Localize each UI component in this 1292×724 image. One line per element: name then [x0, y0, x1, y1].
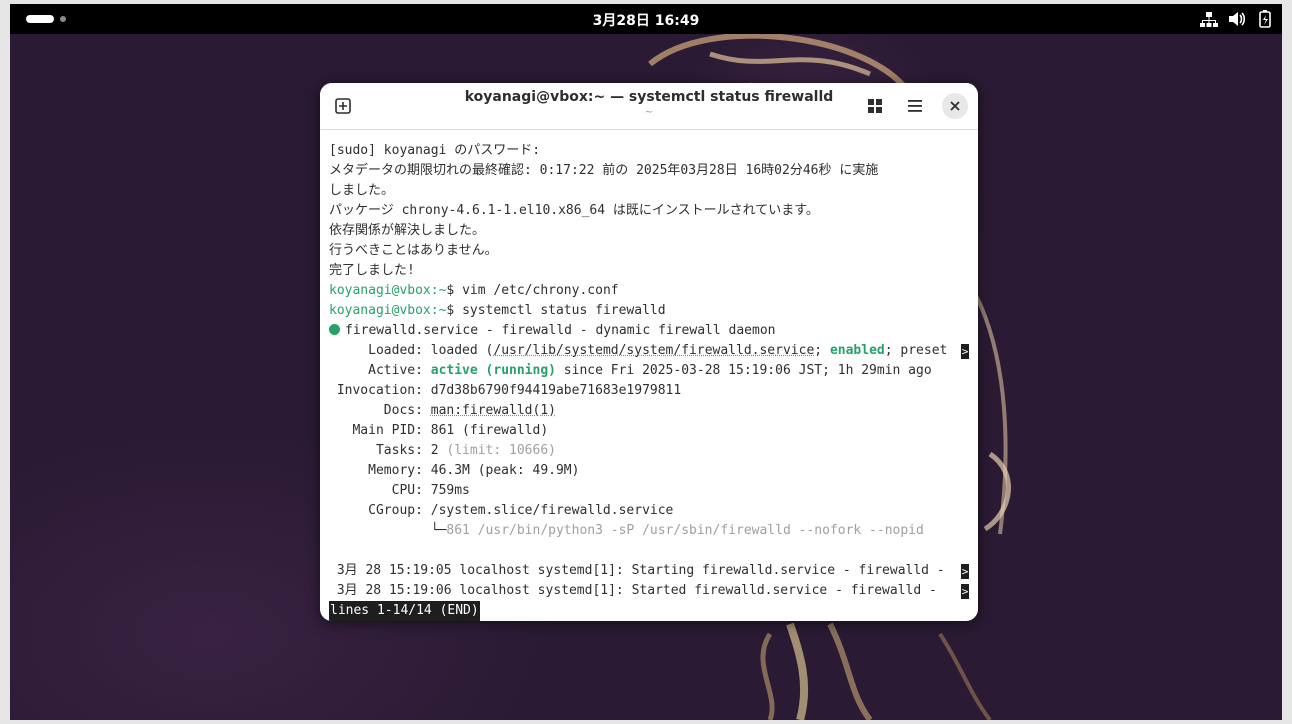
top-bar: 3月28日 16:49	[10, 4, 1282, 34]
pager-status: lines 1-14/14 (END)	[329, 601, 480, 621]
terminal-line: 行うべきことはありません。	[329, 243, 498, 258]
cpu-line: CPU: 759ms	[329, 483, 470, 498]
terminal-line: 完了しました!	[329, 263, 415, 278]
prompt-line: koyanagi@vbox:~$ systemctl status firewa…	[329, 301, 969, 321]
prompt-path: :~	[430, 283, 447, 298]
command-text: systemctl status firewalld	[462, 303, 666, 318]
journal-line: 3月 28 15:19:06 localhost systemd[1]: Sta…	[329, 581, 969, 601]
terminal-line: パッケージ chrony-4.6.1-1.el10.x86_64 は既にインスト…	[329, 203, 819, 218]
truncation-marker: >	[961, 344, 969, 359]
header-bar[interactable]: koyanagi@vbox:~ — systemctl status firew…	[320, 83, 978, 130]
close-icon	[950, 101, 960, 111]
docs-link[interactable]: man:firewalld(1)	[431, 403, 556, 418]
tasks-limit: (limit: 10666)	[446, 443, 556, 458]
prompt-line: koyanagi@vbox:~$ vim /etc/chrony.conf	[329, 281, 969, 301]
docs-label: Docs:	[329, 403, 431, 418]
service-header-line: firewalld.service - firewalld - dynamic …	[329, 321, 969, 341]
prompt-sign: $	[446, 283, 463, 298]
journal-text: 3月 28 15:19:05 localhost systemd[1]: Sta…	[329, 563, 945, 578]
active-state: active (running)	[430, 363, 556, 378]
prompt-user: koyanagi@vbox	[329, 283, 431, 298]
truncation-marker: >	[961, 564, 969, 579]
network-icon[interactable]	[1200, 9, 1218, 29]
active-line: Active: active (running) since Fri 2025-…	[329, 361, 969, 381]
tree-branch: └─	[329, 523, 447, 538]
journal-text: 3月 28 15:19:06 localhost systemd[1]: Sta…	[329, 583, 945, 598]
terminal-line: メタデータの期限切れの最終確認: 0:17:22 前の 2025年03月28日 …	[329, 163, 879, 178]
cgroup-child-line: └─861 /usr/bin/python3 -sP /usr/sbin/fir…	[329, 521, 969, 541]
loaded-text: loaded (	[430, 343, 494, 358]
prompt-path: :~	[430, 303, 447, 318]
memory-line: Memory: 46.3M (peak: 49.9M)	[329, 463, 580, 478]
menu-icon	[908, 100, 922, 112]
prompt-sign: $	[446, 303, 463, 318]
enabled-state: enabled	[829, 343, 885, 358]
volume-icon[interactable]	[1228, 9, 1246, 29]
unit-path-link[interactable]: /usr/lib/systemd/system/firewalld.servic…	[493, 343, 814, 358]
tab-overview-icon	[868, 99, 882, 113]
battery-icon[interactable]	[1256, 9, 1274, 29]
invocation-line: Invocation: d7d38b6790f94419abe71683e197…	[329, 383, 682, 398]
terminal-output[interactable]: [sudo] koyanagi のパスワード: メタデータの期限切れの最終確認:…	[329, 141, 969, 621]
truncation-marker: >	[961, 584, 969, 599]
command-text: vim /etc/chrony.conf	[462, 283, 619, 298]
main-menu-button[interactable]	[902, 93, 928, 119]
loaded-line: Loaded: loaded (/usr/lib/systemd/system/…	[329, 341, 969, 361]
loaded-sep: ;	[814, 343, 830, 358]
pager-status-line[interactable]: lines 1-14/14 (END)	[329, 601, 969, 621]
service-header: firewalld.service - firewalld - dynamic …	[345, 323, 776, 338]
tab-overview-button[interactable]	[862, 93, 888, 119]
tasks-value: Tasks: 2	[329, 443, 447, 458]
terminal-line: 依存関係が解決しました。	[329, 223, 486, 238]
terminal-window[interactable]: koyanagi@vbox:~ — systemctl status firew…	[320, 83, 978, 621]
docs-line: Docs: man:firewalld(1)	[329, 401, 969, 421]
loaded-label: Loaded:	[329, 343, 431, 358]
cgroup-process: 861 /usr/bin/python3 -sP /usr/sbin/firew…	[446, 523, 924, 538]
prompt-user: koyanagi@vbox	[329, 303, 431, 318]
active-since: since Fri 2025-03-28 15:19:06 JST; 1h 29…	[555, 363, 932, 378]
system-status-area[interactable]	[1200, 9, 1274, 29]
close-button[interactable]	[942, 93, 968, 119]
status-dot-icon	[329, 324, 340, 335]
clock[interactable]: 3月28日 16:49	[10, 10, 1282, 30]
active-label: Active:	[329, 363, 431, 378]
tasks-line: Tasks: 2 (limit: 10666)	[329, 441, 969, 461]
cgroup-line: CGroup: /system.slice/firewalld.service	[329, 503, 674, 518]
terminal-line: [sudo] koyanagi のパスワード:	[329, 143, 541, 158]
mainpid-line: Main PID: 861 (firewalld)	[329, 423, 549, 438]
journal-line: 3月 28 15:19:05 localhost systemd[1]: Sta…	[329, 561, 969, 581]
terminal-line: しました。	[329, 183, 395, 198]
loaded-preset: ; preset	[884, 343, 948, 358]
